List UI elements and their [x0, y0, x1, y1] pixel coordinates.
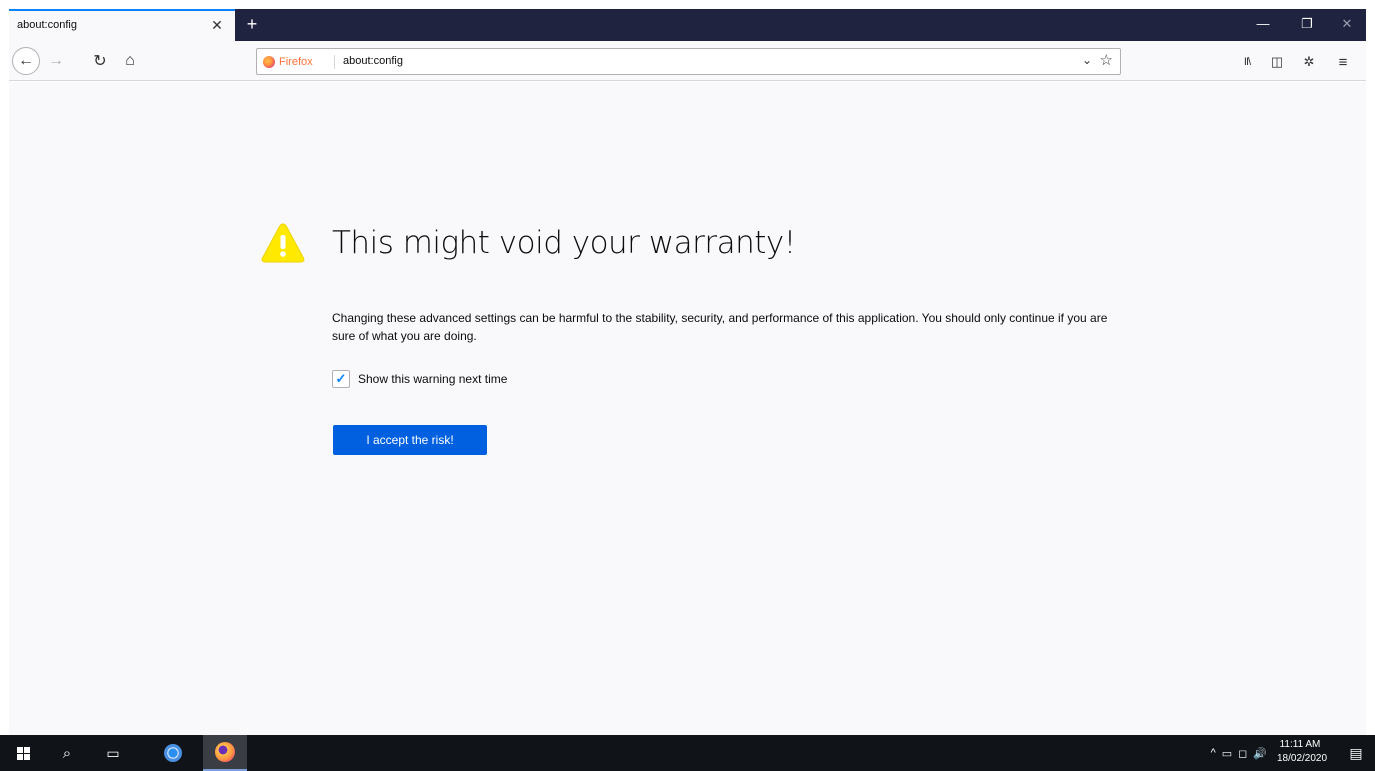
clock[interactable]: 11:11 AM 18/02/2020 — [1277, 738, 1328, 766]
url-separator — [334, 55, 335, 69]
windows-taskbar: ⌕ ▭ ^ ▭ ◻ 🔊 11:11 AM 18/02/2020 ▤ — [0, 735, 1375, 771]
navigation-toolbar: ← → ↻ ⌂ Firefox about:config ⌄ ☆ II\ ◫ ✲… — [9, 41, 1366, 81]
network-icon[interactable]: ▭ — [1222, 747, 1232, 760]
display-icon[interactable]: ◻ — [1238, 747, 1247, 760]
tab-close-icon[interactable]: ✕ — [209, 17, 225, 33]
sidebar-icon[interactable]: ◫ — [1267, 52, 1287, 72]
url-input[interactable]: about:config — [343, 55, 403, 67]
warning-title: This might void your warranty! — [332, 225, 796, 261]
restore-button[interactable]: ❐ — [1290, 9, 1324, 41]
show-warning-checkbox[interactable]: ✓ — [332, 370, 350, 388]
clock-time: 11:11 AM — [1279, 739, 1321, 750]
show-warning-checkbox-row[interactable]: ✓ Show this warning next time — [332, 370, 507, 388]
tray-chevron-icon[interactable]: ^ — [1211, 747, 1216, 759]
tab-title: about:config — [17, 19, 77, 31]
warning-triangle-icon — [261, 223, 305, 263]
library-icon[interactable]: II\ — [1237, 52, 1257, 72]
hamburger-menu-icon[interactable]: ≡ — [1333, 52, 1353, 72]
show-warning-label[interactable]: Show this warning next time — [358, 372, 507, 386]
task-view-button[interactable]: ▭ — [92, 735, 134, 771]
back-button[interactable]: ← — [12, 47, 40, 75]
chrome-icon — [164, 744, 182, 762]
firefox-logo-icon — [263, 56, 275, 68]
url-bar[interactable]: Firefox about:config ⌄ ☆ — [256, 48, 1121, 75]
windows-logo-icon — [16, 746, 30, 760]
search-button[interactable]: ⌕ — [46, 735, 88, 771]
warning-description: Changing these advanced settings can be … — [332, 311, 1108, 343]
close-window-button[interactable]: ✕ — [1330, 9, 1364, 41]
tab-about-config[interactable]: about:config ✕ — [9, 9, 235, 41]
extension-icon[interactable]: ✲ — [1299, 52, 1319, 72]
identity-label: Firefox — [279, 56, 313, 68]
clock-date: 18/02/2020 — [1277, 753, 1328, 764]
identity-box[interactable]: Firefox — [263, 54, 313, 70]
bookmark-star-icon[interactable]: ☆ — [1100, 51, 1113, 69]
reload-button[interactable]: ↻ — [87, 49, 113, 73]
window-frame-left — [0, 0, 9, 735]
window-frame-right — [1366, 0, 1375, 735]
notifications-icon[interactable]: ▤ — [1347, 744, 1365, 762]
minimize-button[interactable]: — — [1246, 9, 1280, 41]
tab-strip: about:config ✕ + — ❐ ✕ — [9, 9, 1366, 41]
home-button[interactable]: ⌂ — [117, 49, 143, 73]
accept-risk-button[interactable]: I accept the risk! — [333, 425, 487, 455]
system-tray: ^ ▭ ◻ 🔊 — [1211, 735, 1267, 771]
new-tab-button[interactable]: + — [241, 13, 263, 35]
url-dropdown-icon[interactable]: ⌄ — [1082, 53, 1092, 67]
firefox-icon — [215, 742, 235, 762]
start-button[interactable] — [2, 735, 44, 771]
chrome-taskbar-button[interactable] — [152, 735, 194, 771]
firefox-taskbar-button[interactable] — [203, 735, 247, 771]
screen: about:config ✕ + — ❐ ✕ ← → ↻ ⌂ Firefox a… — [0, 0, 1375, 771]
forward-button[interactable]: → — [43, 49, 69, 73]
page-content: This might void your warranty! Changing … — [9, 82, 1366, 735]
volume-icon[interactable]: 🔊 — [1253, 747, 1267, 760]
